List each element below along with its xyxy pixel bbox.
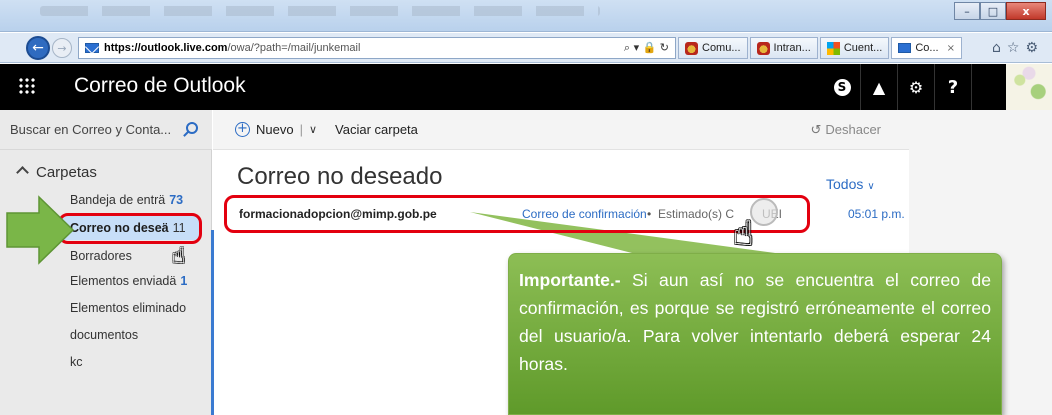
empty-folder-button[interactable]: Vaciar carpeta (335, 122, 418, 137)
folder-item-inbox[interactable]: Bandeja de enträ 73 (70, 193, 183, 207)
folder-label: documentos (70, 328, 139, 342)
folder-item-kc[interactable]: kc (70, 355, 83, 369)
browser-tab-2[interactable]: Intran... (749, 37, 818, 59)
forward-button[interactable]: → (52, 38, 72, 58)
close-tab-icon[interactable]: × (947, 43, 955, 54)
pane-splitter[interactable] (211, 230, 214, 415)
browser-title-bar: – □ x (0, 0, 1052, 32)
browser-tab-1[interactable]: Comu... (678, 37, 748, 59)
help-icon[interactable]: ? (935, 64, 971, 110)
folder-count: 73 (169, 193, 184, 207)
folder-item-sent[interactable]: Elementos enviadä 1 (70, 274, 187, 288)
folders-header[interactable]: Carpetas (36, 164, 97, 181)
gear-icon[interactable]: ⚙ (898, 64, 934, 110)
click-ripple (750, 198, 778, 226)
undo-icon: ↺ (810, 123, 822, 138)
search-input[interactable]: Buscar en Correo y Conta... (0, 110, 212, 150)
folder-label: Bandeja de enträ (70, 193, 166, 207)
divider: | (299, 122, 303, 137)
minimize-button[interactable]: – (954, 2, 980, 20)
forward-arrow-icon: → (57, 41, 67, 55)
window-controls: – □ x (954, 2, 1046, 20)
crest-icon (756, 41, 770, 55)
message-time: 05:01 p.m. (848, 207, 905, 221)
skype-label: S (833, 78, 851, 96)
highlight-junk-folder (58, 213, 202, 244)
back-button[interactable]: ← (26, 36, 50, 60)
address-actions-icon[interactable]: ⌕ ▾ 🔒 ↻ (624, 41, 669, 55)
tab-label: Cuent... (843, 42, 883, 54)
tab-label: Co... (915, 42, 939, 54)
maximize-button[interactable]: □ (980, 2, 1006, 20)
close-window-button[interactable]: x (1006, 2, 1046, 20)
filter-dropdown[interactable]: Todos ∨ (826, 176, 875, 192)
folder-label: Elementos eliminado (70, 301, 187, 315)
address-row: ← → https://outlook.live.com /owa/?path=… (0, 33, 1052, 63)
tab-label: Comu... (702, 42, 741, 54)
arrow-shape (6, 195, 75, 265)
callout-title: Importante.- (519, 270, 621, 290)
url-host: https://outlook.live.com (104, 42, 228, 54)
mail-icon (898, 43, 912, 53)
bell-icon[interactable]: ▲ (861, 64, 897, 110)
browser-tabs: Comu... Intran... Cuent... Co... × (678, 37, 962, 59)
undo-button[interactable]: ↺ Deshacer (810, 122, 881, 138)
chevron-down-icon[interactable]: ∨ (309, 123, 317, 136)
divider (971, 64, 972, 110)
search-placeholder: Buscar en Correo y Conta... (10, 122, 172, 137)
plus-circle-icon: + (235, 122, 250, 137)
avatar[interactable] (1006, 64, 1052, 110)
important-callout: Importante.- Si aun así no se encuentra … (508, 253, 1002, 415)
hand-cursor-icon: ☝ (733, 214, 754, 254)
folder-item-documentos[interactable]: documentos (70, 328, 138, 342)
folder-label: Borradores (70, 249, 132, 263)
command-bar: + Nuevo | ∨ Vaciar carpeta ↺ Deshacer (213, 110, 909, 150)
new-label: Nuevo (256, 122, 294, 137)
search-icon[interactable] (186, 122, 198, 134)
outlook-header: Correo de Outlook S ▲ ⚙ ? (0, 64, 1052, 110)
browser-tab-3[interactable]: Cuent... (819, 37, 890, 59)
folder-count: 1 (180, 274, 188, 288)
back-arrow-icon: ← (32, 40, 44, 56)
tab-label: Intran... (773, 42, 811, 54)
folder-item-deleted[interactable]: Elementos eliminado (70, 301, 186, 315)
skype-icon[interactable]: S (824, 64, 860, 110)
app-launcher-icon[interactable] (18, 77, 36, 95)
address-bar[interactable]: https://outlook.live.com /owa/?path=/mai… (78, 37, 676, 59)
highlight-message-row (224, 195, 810, 233)
page-title: Correo no deseado (237, 163, 443, 190)
mail-favicon-icon (85, 43, 99, 53)
green-arrow-icon (6, 195, 75, 265)
crest-icon (685, 41, 698, 55)
home-favorites-settings-icons[interactable]: ⌂☆⚙ (992, 40, 1044, 56)
url-path: /owa/?path=/mail/junkemail (227, 42, 361, 54)
microsoft-icon (826, 41, 840, 55)
app-title[interactable]: Correo de Outlook (74, 74, 246, 98)
folder-label: Elementos enviadä (70, 274, 177, 288)
filter-label: Todos (826, 176, 864, 192)
folder-item-drafts[interactable]: Borradores (70, 249, 132, 263)
folder-label: kc (70, 355, 83, 369)
hand-cursor-icon: ☝ (172, 244, 186, 269)
new-button[interactable]: + Nuevo (235, 122, 294, 137)
browser-tab-4[interactable]: Co... × (891, 37, 962, 59)
chevron-down-icon: ∨ (867, 181, 875, 192)
undo-label: Deshacer (825, 122, 881, 137)
blurred-favorites-bar (40, 6, 600, 16)
